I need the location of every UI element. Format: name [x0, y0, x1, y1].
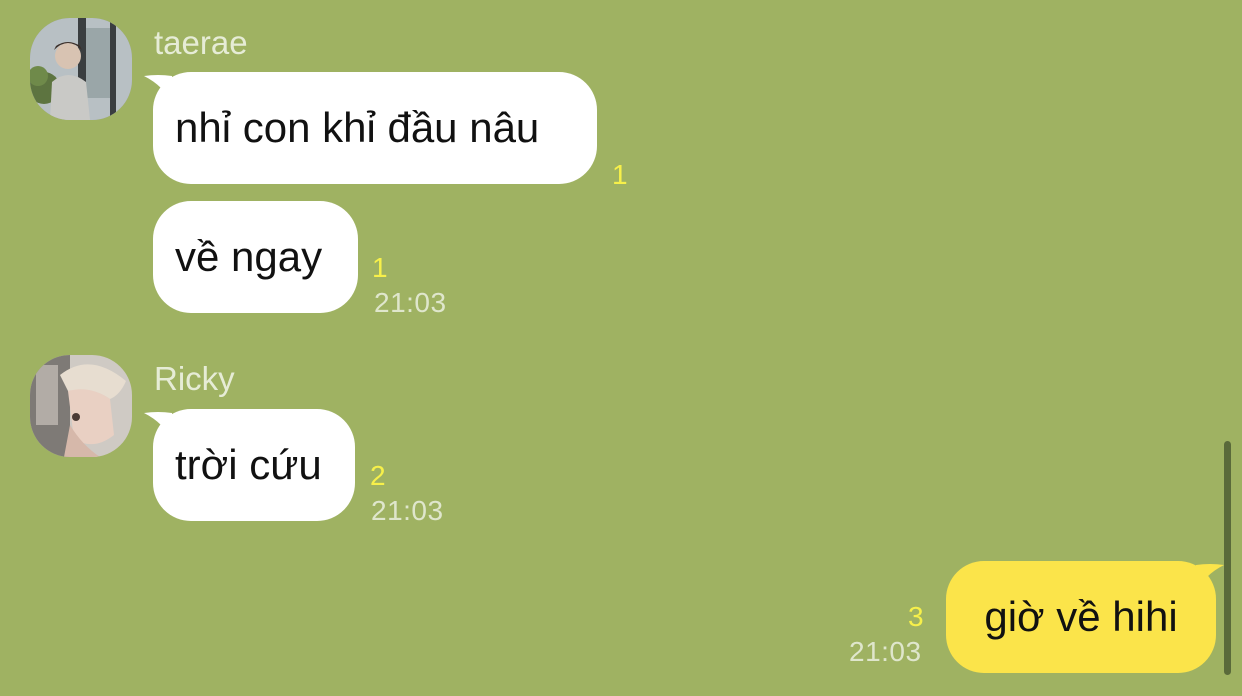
scrollbar[interactable]	[1224, 441, 1231, 675]
timestamp: 21:03	[849, 636, 922, 667]
unread-count: 3	[908, 601, 924, 632]
sender-name: taerae	[154, 24, 248, 61]
avatar[interactable]	[30, 18, 132, 120]
unread-count: 1	[372, 252, 388, 283]
chat-thread[interactable]: taerae nhỉ con khỉ đầu nâu 1 về ngay 1 2…	[0, 0, 1242, 696]
unread-count: 2	[370, 460, 386, 491]
message-bubble[interactable]: nhỉ con khỉ đầu nâu	[153, 72, 597, 184]
message-bubble[interactable]: trời cứu	[153, 409, 355, 521]
timestamp: 21:03	[374, 287, 447, 318]
message-bubble[interactable]: giờ về hihi	[946, 561, 1216, 673]
unread-count: 1	[612, 159, 628, 190]
timestamp: 21:03	[371, 495, 444, 526]
message-bubble[interactable]: về ngay	[153, 201, 358, 313]
avatar[interactable]	[30, 355, 132, 457]
sender-name: Ricky	[154, 360, 235, 397]
